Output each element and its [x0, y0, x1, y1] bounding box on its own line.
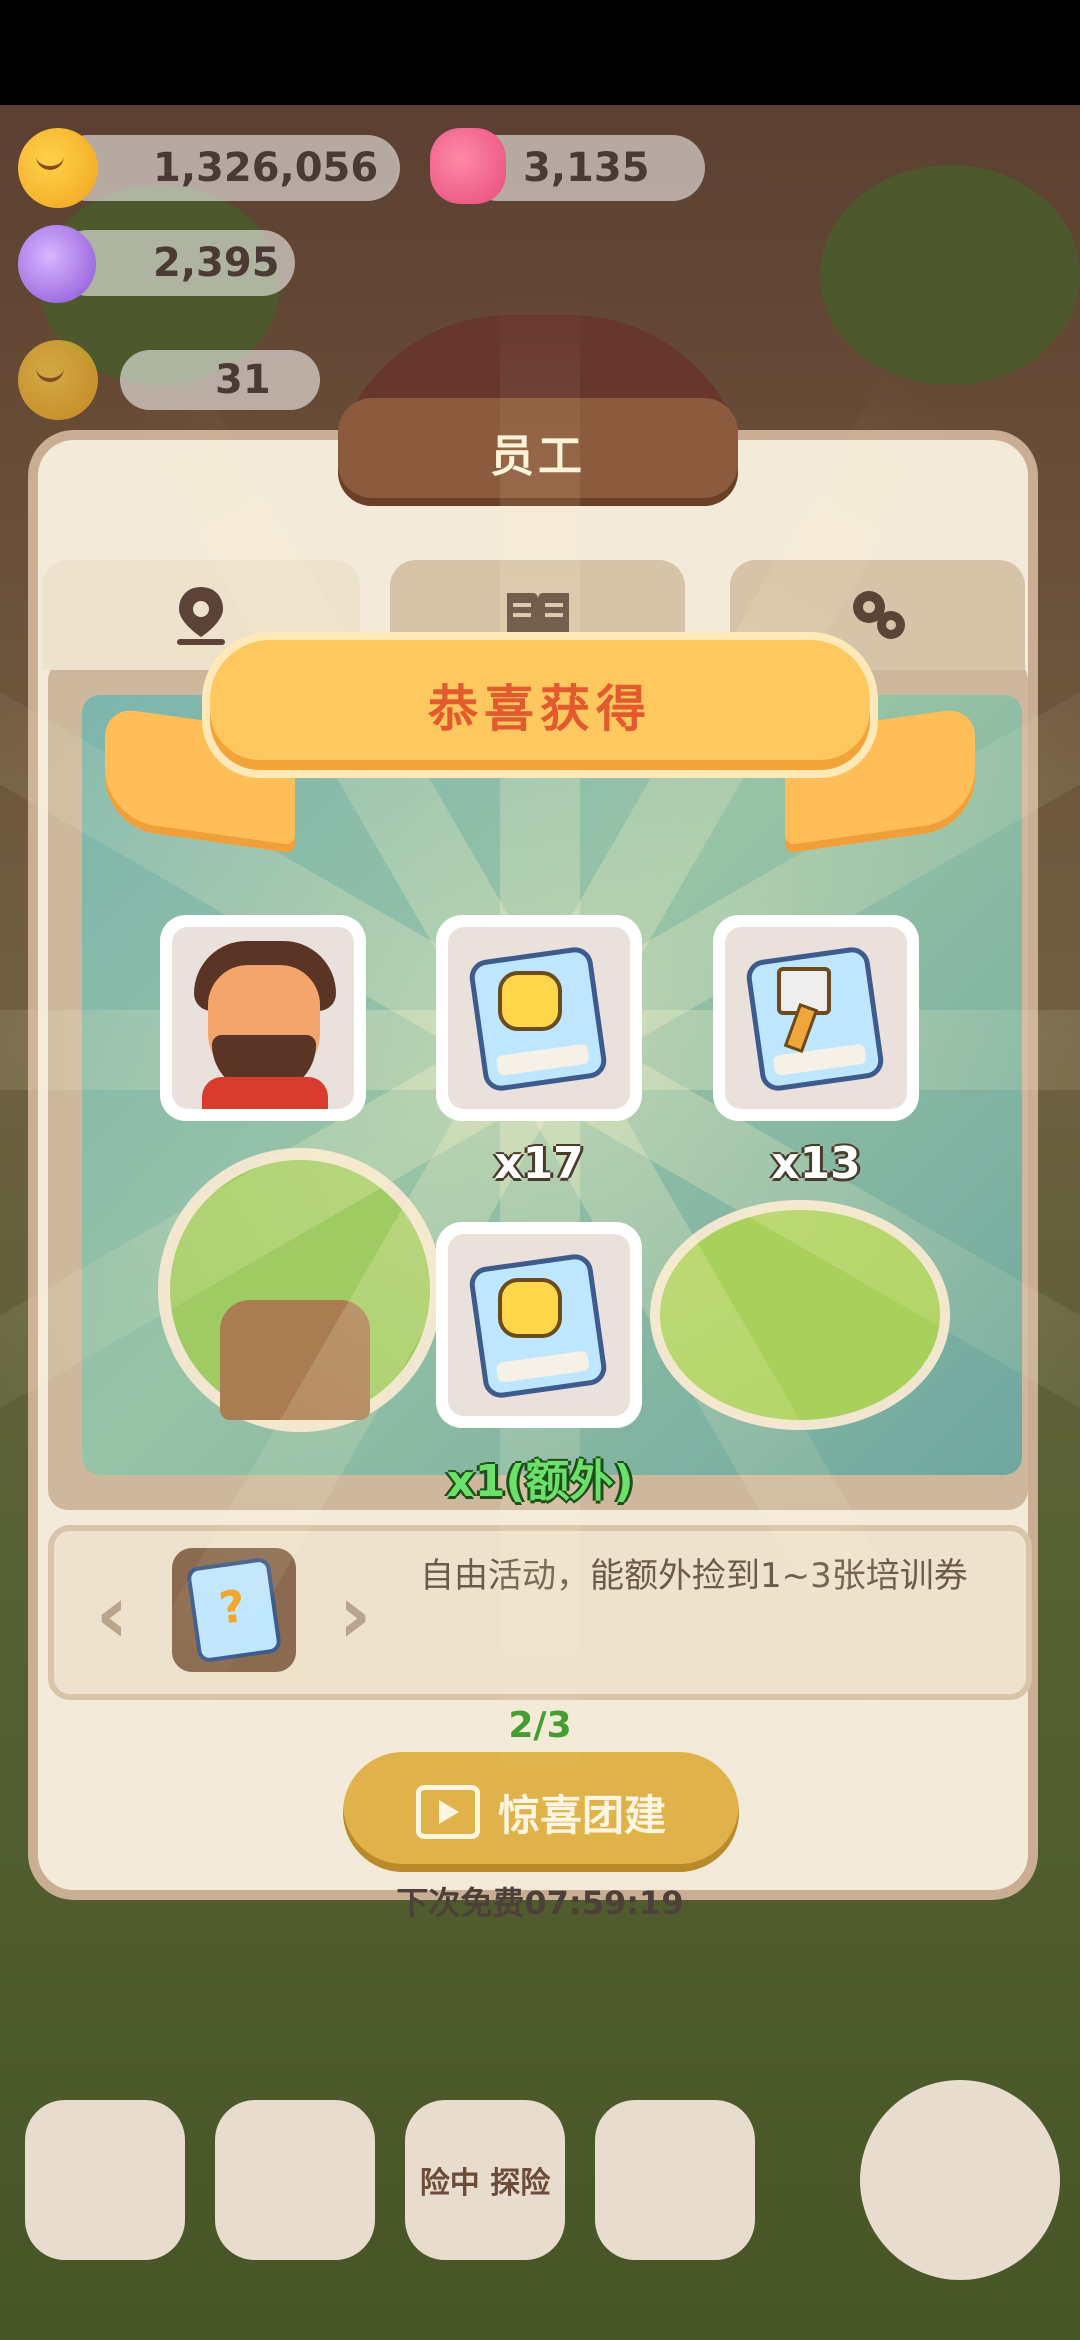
- reward-card-bonus-fist-ticket[interactable]: [436, 1222, 642, 1428]
- explore-label: 险中 探险: [419, 2166, 551, 2201]
- explore-button[interactable]: 险中 探险: [405, 2100, 565, 2260]
- hearts-value: 3,135: [523, 145, 650, 191]
- diary-button[interactable]: [215, 2100, 375, 2260]
- gear-icon: [852, 591, 905, 639]
- map-pin-icon: [177, 587, 225, 645]
- status-bar: [0, 0, 1080, 105]
- mascot-button[interactable]: [860, 2080, 1060, 2280]
- house-button[interactable]: [25, 2100, 185, 2260]
- reward-qty-bonus: x1(额外): [446, 1456, 634, 1507]
- candy-icon: [18, 225, 96, 303]
- reward-card-fist-ticket[interactable]: [436, 915, 642, 1121]
- candy-value: 2,395: [153, 240, 280, 286]
- prev-arrow-icon[interactable]: ‹: [82, 1575, 142, 1655]
- heart-gem-icon: [430, 128, 506, 204]
- sun-icon: [18, 340, 98, 420]
- game-scene: 险中 探险 1,326,056 3,135 2,395 31 员工: [0, 0, 1080, 2340]
- character-shirt: [202, 1077, 328, 1109]
- coins-value: 1,326,056: [153, 145, 379, 191]
- reward-banner: 恭喜获得: [210, 640, 870, 770]
- reward-qty-spatula: x13: [771, 1138, 861, 1189]
- video-ad-icon: [415, 1785, 480, 1839]
- staff-count: 31: [215, 357, 271, 403]
- sun-coin-icon: [18, 128, 98, 208]
- reward-qty-fist: x17: [494, 1138, 584, 1189]
- fist-icon: [498, 1278, 562, 1338]
- free-timer: 下次免费07:59:19: [396, 1884, 684, 1922]
- reward-card-spatula-ticket[interactable]: [713, 915, 919, 1121]
- coins-pill: 1,326,056: [55, 135, 400, 201]
- shop-bag-button[interactable]: [595, 2100, 755, 2260]
- reward-card-character[interactable]: [160, 915, 366, 1121]
- next-arrow-icon[interactable]: ›: [325, 1575, 385, 1655]
- fist-icon: [498, 971, 562, 1031]
- reward-banner-title: 恭喜获得: [428, 680, 652, 738]
